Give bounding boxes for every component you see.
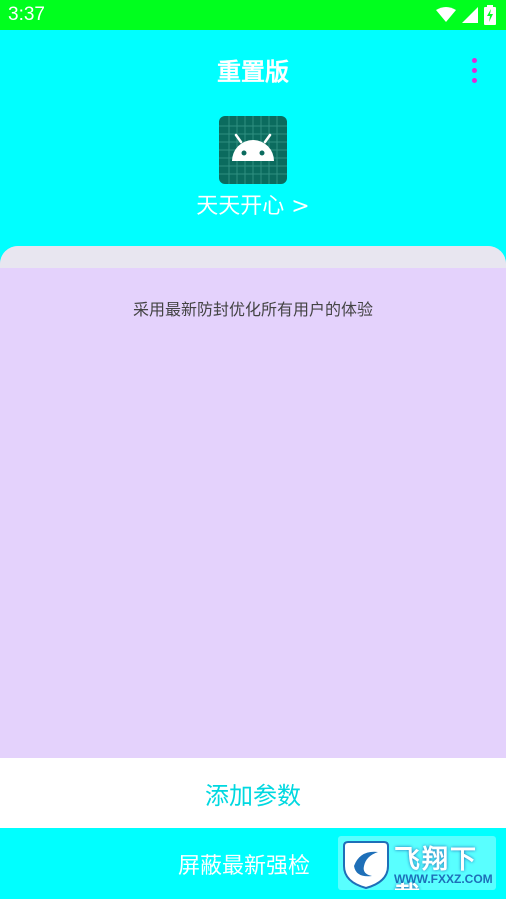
block-detection-label: 屏蔽最新强检: [178, 854, 311, 879]
watermark-logo: 飞翔下载 WWW.FXXZ.COM: [338, 836, 496, 890]
signal-icon: [462, 7, 478, 23]
wifi-icon: [436, 7, 456, 22]
app-name-link[interactable]: 天天开心 >: [0, 188, 506, 220]
menu-dot: [471, 67, 477, 73]
status-bar: 3:37: [0, 0, 506, 30]
toolbar: 重置版: [0, 30, 506, 110]
page-title: 重置版: [217, 58, 289, 86]
status-icons: [436, 5, 496, 25]
menu-dot: [471, 57, 477, 63]
battery-icon: [484, 5, 496, 25]
watermark-emblem-icon: [343, 841, 389, 890]
menu-dot: [471, 77, 477, 83]
add-parameter-button[interactable]: 添加参数: [0, 758, 506, 828]
status-time: 3:37: [8, 4, 45, 25]
main-card: 采用最新防封优化所有用户的体验: [0, 246, 506, 758]
card-description: 采用最新防封优化所有用户的体验: [132, 300, 373, 319]
watermark-url: WWW.FXXZ.COM: [394, 872, 493, 886]
android-icon[interactable]: [219, 116, 287, 184]
more-vertical-icon[interactable]: [460, 52, 488, 88]
card-header: [0, 246, 506, 268]
